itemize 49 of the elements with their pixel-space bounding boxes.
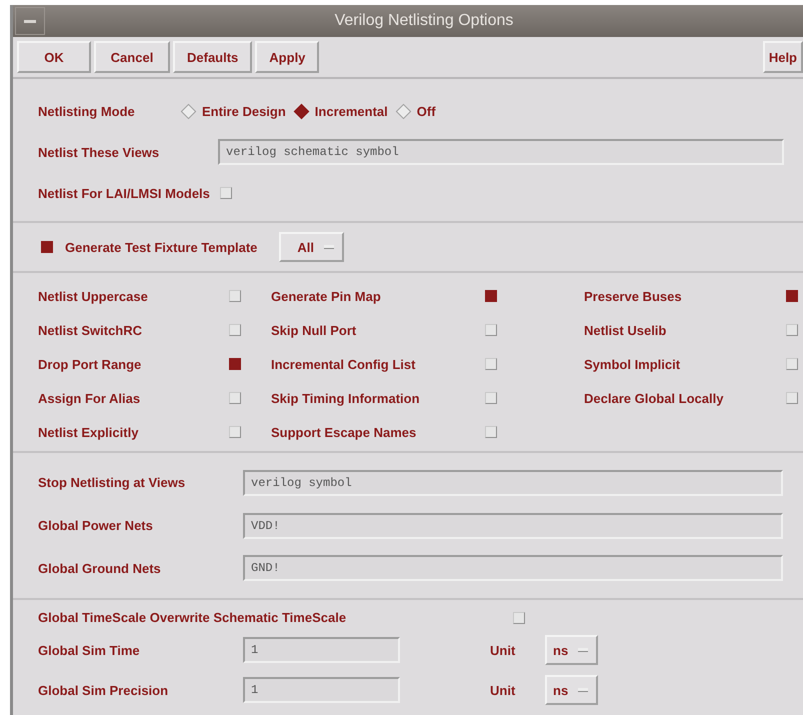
checkbox[interactable] (485, 290, 497, 302)
checkbox-label: Netlist SwitchRC (38, 322, 144, 340)
help-button[interactable]: Help (762, 41, 803, 73)
input-field[interactable]: 1 (243, 637, 400, 663)
input-field[interactable]: verilog symbol (243, 470, 783, 496)
checkbox-label: Assign For Alias (38, 390, 142, 408)
dropdown-button[interactable]: ns (545, 635, 598, 665)
window-menu-button[interactable] (15, 7, 45, 35)
checkbox-label: Skip Null Port (271, 322, 358, 340)
field-label: Unit (490, 682, 516, 698)
checkbox-label: Symbol Implicit (584, 356, 682, 374)
checkbox[interactable] (229, 358, 241, 370)
field-label: Netlist For LAI/LMSI Models (38, 186, 210, 200)
checkbox-label: Preserve Buses (584, 288, 683, 306)
input-field[interactable]: VDD! (243, 512, 783, 538)
checkbox-label: Drop Port Range (38, 356, 142, 374)
input-field[interactable]: verilog schematic symbol (218, 139, 784, 165)
field-label: Global Sim Precision (38, 682, 170, 698)
radio-option[interactable]: Entire Design (183, 104, 286, 118)
radio-option[interactable]: Incremental (296, 104, 388, 118)
checkbox-label: Declare Global Locally (584, 390, 724, 408)
checkbox[interactable] (41, 241, 53, 253)
field-label: Global Ground Nets (38, 560, 162, 576)
input-field[interactable]: 1 (243, 677, 400, 703)
field-label: Netlisting Mode (38, 104, 136, 118)
dialog-button[interactable]: Cancel (94, 41, 170, 73)
checkbox[interactable] (786, 290, 798, 302)
field-label: Global Power Nets (38, 518, 154, 533)
checkbox-label: Netlist Uselib (584, 322, 668, 340)
checkbox-label: Netlist Uppercase (38, 288, 149, 306)
field-label: Stop Netlisting at Views (38, 475, 186, 490)
field-label: Global Sim Time (38, 642, 141, 658)
radio-option[interactable]: Off (398, 104, 436, 118)
dialog-button[interactable]: Apply (255, 41, 320, 73)
checkbox-label: Generate Test Fixture Template (65, 240, 258, 254)
checkbox-label: Global TimeScale Overwrite Schematic TimeScale (38, 610, 348, 625)
checkbox-label: Support Escape Names (271, 424, 418, 442)
dropdown-button[interactable]: ns (545, 675, 598, 705)
checkbox-label: Netlist Explicitly (38, 424, 140, 442)
dialog-button[interactable]: OK (17, 41, 91, 73)
field-label: Unit (490, 642, 516, 658)
checkbox-label: Skip Timing Information (271, 390, 421, 408)
dialog-button[interactable]: Defaults (173, 41, 252, 73)
input-field[interactable]: GND! (243, 555, 783, 582)
dropdown-button[interactable]: All (279, 232, 344, 262)
window-title: Verilog Netlisting Options (334, 12, 514, 30)
field-label: Netlist These Views (38, 144, 160, 160)
checkbox-label: Incremental Config List (271, 356, 416, 374)
checkbox-label: Generate Pin Map (271, 288, 382, 306)
